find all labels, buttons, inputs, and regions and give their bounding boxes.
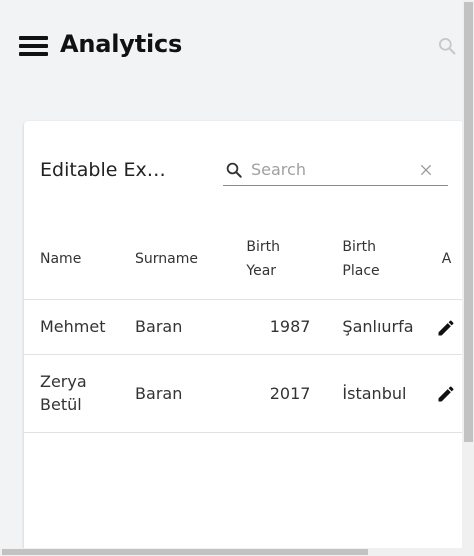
pencil-icon[interactable] <box>436 318 456 338</box>
cell-birth-place: Şanlıurfa <box>310 299 426 355</box>
column-header-birth-year[interactable]: Birth Year <box>223 219 311 300</box>
vertical-scrollbar[interactable] <box>462 0 474 556</box>
cell-surname: Baran <box>119 299 224 355</box>
cell-actions <box>425 299 464 355</box>
hamburger-menu-icon[interactable] <box>19 36 48 58</box>
column-header-surname[interactable]: Surname <box>119 219 224 300</box>
column-header-name[interactable]: Name <box>24 219 120 300</box>
editable-table-card: Editable Ex… Name Surname Birth Year Bir… <box>24 121 464 551</box>
app-title: Analytics <box>60 30 183 58</box>
close-icon[interactable] <box>418 162 434 178</box>
horizontal-scrollbar-thumb[interactable] <box>2 549 368 555</box>
pencil-icon[interactable] <box>436 384 456 404</box>
cell-birth-year: 1987 <box>223 299 311 355</box>
cell-name: Mehmet <box>24 299 120 355</box>
vertical-scrollbar-thumb[interactable] <box>464 2 473 442</box>
table-header-row: Name Surname Birth Year Birth Place A <box>24 219 464 300</box>
cell-surname: Baran <box>119 354 224 433</box>
data-table: Name Surname Birth Year Birth Place A Me… <box>24 219 464 433</box>
column-header-birth-place-label: Birth Place <box>342 238 380 279</box>
column-header-birth-place[interactable]: Birth Place <box>310 219 426 300</box>
cell-birth-year: 2017 <box>223 354 311 433</box>
table-row: Zerya Betül Baran 2017 İstanbul <box>24 354 464 433</box>
column-header-actions: A <box>425 219 464 300</box>
table-row: Mehmet Baran 1987 Şanlıurfa <box>24 299 464 355</box>
search-icon[interactable] <box>437 36 457 56</box>
table-search <box>223 154 448 186</box>
search-icon <box>226 162 242 178</box>
cell-actions <box>425 354 464 433</box>
cell-birth-place: İstanbul <box>310 354 426 433</box>
cell-name-text: Zerya Betül <box>40 372 87 414</box>
horizontal-scrollbar[interactable] <box>0 548 462 556</box>
app-bar: Analytics <box>0 0 462 96</box>
table-title: Editable Ex… <box>40 159 166 181</box>
cell-name: Zerya Betül <box>24 354 120 433</box>
column-header-birth-year-label: Birth Year <box>246 238 281 279</box>
search-input[interactable] <box>251 156 411 182</box>
